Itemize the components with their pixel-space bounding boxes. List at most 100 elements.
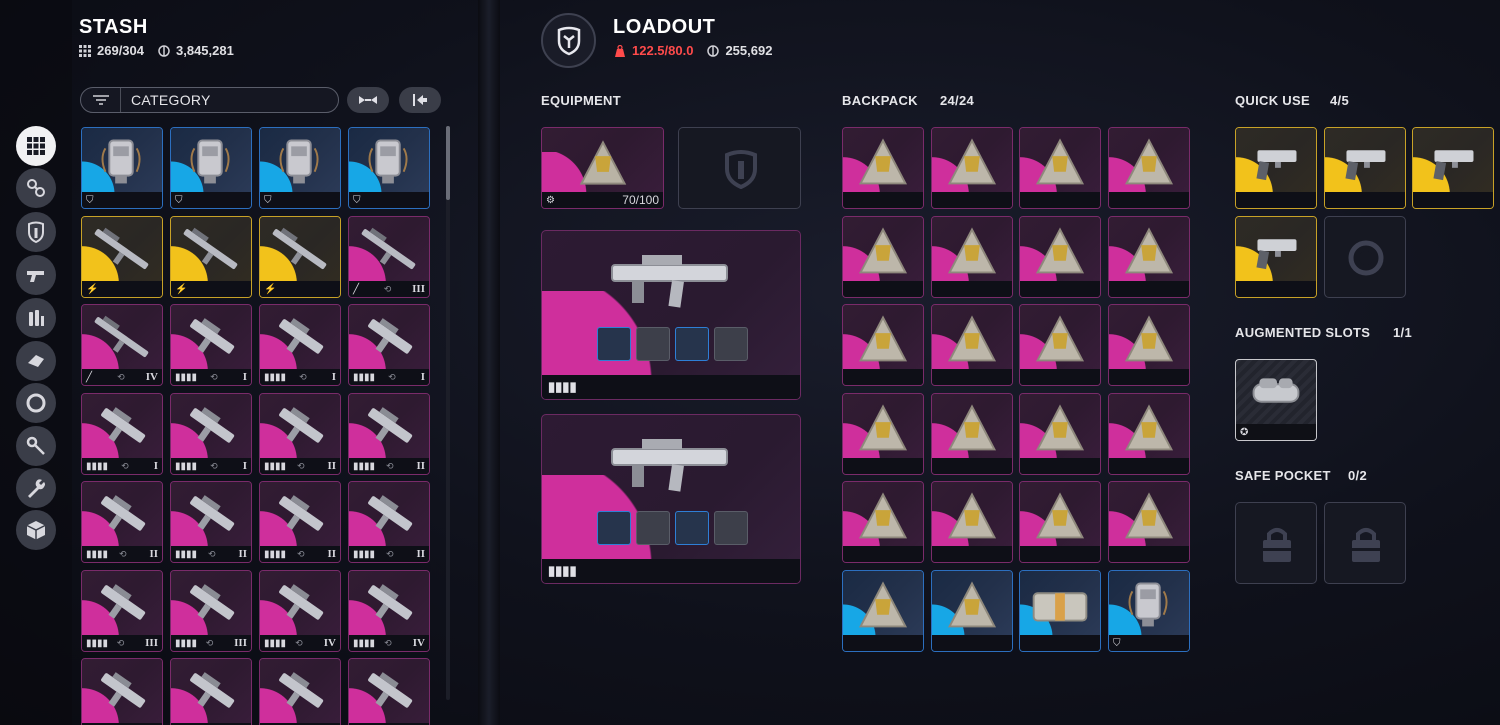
stash-item[interactable] — [81, 658, 163, 725]
stash-item[interactable]: ⛉ — [348, 127, 430, 209]
attachment-magazine[interactable] — [714, 327, 748, 361]
backpack-item[interactable] — [842, 216, 924, 298]
category-filter[interactable]: CATEGORY — [80, 87, 339, 113]
stash-item[interactable]: ╱ ⟲ IV — [81, 304, 163, 386]
backpack-item[interactable] — [842, 127, 924, 209]
stash-item[interactable]: ▮▮▮▮ ⟲ II — [81, 481, 163, 563]
backpack-item[interactable] — [1108, 127, 1190, 209]
stash-item[interactable]: ╱ ⟲ III — [348, 216, 430, 298]
stash-scrollbar-thumb[interactable] — [446, 126, 450, 200]
safe-pocket-slot-1[interactable] — [1235, 502, 1317, 584]
quick-use-item[interactable] — [1324, 127, 1406, 209]
backpack-item[interactable] — [1019, 216, 1101, 298]
category-gun[interactable] — [16, 255, 56, 295]
category-grid[interactable] — [16, 126, 56, 166]
stash-item[interactable]: ▮▮▮▮ ⟲ I — [259, 304, 341, 386]
stash-scrollbar-track[interactable] — [446, 126, 450, 700]
shield-durability: 70/100 — [622, 193, 659, 207]
backpack-item[interactable] — [1019, 393, 1101, 475]
quick-use-item[interactable] — [1235, 216, 1317, 298]
stash-item[interactable]: ⚡ — [259, 216, 341, 298]
backpack-item[interactable]: ⛉ — [1108, 570, 1190, 652]
backpack-item[interactable] — [931, 127, 1013, 209]
stash-item[interactable] — [170, 658, 252, 725]
smg-item-icon — [279, 407, 324, 443]
shieldbag-item-icon — [947, 227, 997, 274]
weapon-slot-2[interactable]: ▮▮▮▮ — [541, 414, 801, 584]
sort-left-button[interactable] — [399, 87, 441, 113]
stash-item[interactable] — [259, 658, 341, 725]
backpack-item[interactable] — [842, 393, 924, 475]
category-attachment[interactable] — [16, 341, 56, 381]
shieldbag-item-icon — [947, 315, 997, 362]
attachment-magazine[interactable] — [714, 511, 748, 545]
backpack-item[interactable] — [842, 304, 924, 386]
backpack-item[interactable] — [1108, 481, 1190, 563]
shield-slot[interactable]: ⚙ 70/100 — [541, 127, 664, 209]
tile-footer — [1236, 192, 1316, 208]
backpack-item[interactable] — [842, 481, 924, 563]
quick-use-empty-slot[interactable] — [1324, 216, 1406, 298]
stash-item[interactable]: ⚡ — [170, 216, 252, 298]
collapse-button[interactable] — [347, 87, 389, 113]
backpack-item[interactable] — [931, 393, 1013, 475]
stash-item[interactable]: ▮▮▮▮ ⟲ II — [259, 481, 341, 563]
smg-item-icon — [190, 584, 235, 620]
tile-type-icon: ╱ — [353, 283, 360, 295]
category-key[interactable] — [16, 426, 56, 466]
quick-use-item[interactable] — [1235, 127, 1317, 209]
stash-item[interactable]: ▮▮▮▮ ⟲ I — [81, 393, 163, 475]
backpack-item[interactable] — [1019, 304, 1101, 386]
backpack-item[interactable] — [1019, 481, 1101, 563]
backpack-item[interactable] — [931, 216, 1013, 298]
stash-item[interactable]: ▮▮▮▮ ⟲ III — [170, 570, 252, 652]
weapon-slot-1[interactable]: ▮▮▮▮ — [541, 230, 801, 400]
stash-item[interactable]: ▮▮▮▮ ⟲ III — [81, 570, 163, 652]
stash-item[interactable]: ▮▮▮▮ ⟲ IV — [348, 570, 430, 652]
stash-item[interactable]: ⚡ — [81, 216, 163, 298]
backpack-item-icon — [101, 139, 141, 184]
lock-icon — [1352, 528, 1380, 562]
stash-item[interactable]: ▮▮▮▮ ⟲ II — [259, 393, 341, 475]
category-box[interactable] — [16, 510, 56, 550]
backpack-item[interactable] — [1108, 393, 1190, 475]
category-nuts[interactable] — [16, 168, 56, 208]
stash-item[interactable]: ⛉ — [81, 127, 163, 209]
weight-icon — [615, 44, 625, 57]
category-wrench[interactable] — [16, 468, 56, 508]
stash-item[interactable]: ▮▮▮▮ ⟲ I — [170, 393, 252, 475]
stash-item[interactable]: ▮▮▮▮ ⟲ I — [348, 304, 430, 386]
category-ring[interactable] — [16, 383, 56, 423]
category-shield[interactable] — [16, 212, 56, 252]
rifle-item-icon — [361, 227, 416, 269]
safe-pocket-slot-2[interactable] — [1324, 502, 1406, 584]
backpack-item[interactable] — [1019, 127, 1101, 209]
attachment-grip[interactable] — [636, 327, 670, 361]
augment-slot[interactable]: ✪ — [1235, 359, 1317, 441]
backpack-item[interactable] — [1108, 216, 1190, 298]
stash-item[interactable]: ▮▮▮▮ ⟲ II — [170, 481, 252, 563]
stash-item[interactable]: ⛉ — [170, 127, 252, 209]
stash-item[interactable]: ▮▮▮▮ ⟲ IV — [259, 570, 341, 652]
ammo-icon: ▮▮▮▮ — [548, 379, 577, 394]
augment-armor-slot[interactable] — [678, 127, 801, 209]
attachment-stock[interactable] — [675, 327, 709, 361]
attachment-barrel[interactable] — [597, 327, 631, 361]
backpack-item[interactable] — [931, 304, 1013, 386]
backpack-item[interactable] — [931, 570, 1013, 652]
attachment-grip[interactable] — [636, 511, 670, 545]
tile-tier: II — [416, 460, 425, 472]
stash-item[interactable]: ▮▮▮▮ ⟲ II — [348, 481, 430, 563]
stash-item[interactable]: ⛉ — [259, 127, 341, 209]
category-ammo[interactable] — [16, 298, 56, 338]
attachment-barrel[interactable] — [597, 511, 631, 545]
backpack-item[interactable] — [1108, 304, 1190, 386]
stash-item[interactable]: ▮▮▮▮ ⟲ II — [348, 393, 430, 475]
stash-item[interactable]: ▮▮▮▮ ⟲ I — [170, 304, 252, 386]
quick-use-item[interactable] — [1412, 127, 1494, 209]
attachment-stock[interactable] — [675, 511, 709, 545]
backpack-item[interactable] — [931, 481, 1013, 563]
stash-item[interactable] — [348, 658, 430, 725]
backpack-item[interactable] — [1019, 570, 1101, 652]
backpack-item[interactable] — [842, 570, 924, 652]
